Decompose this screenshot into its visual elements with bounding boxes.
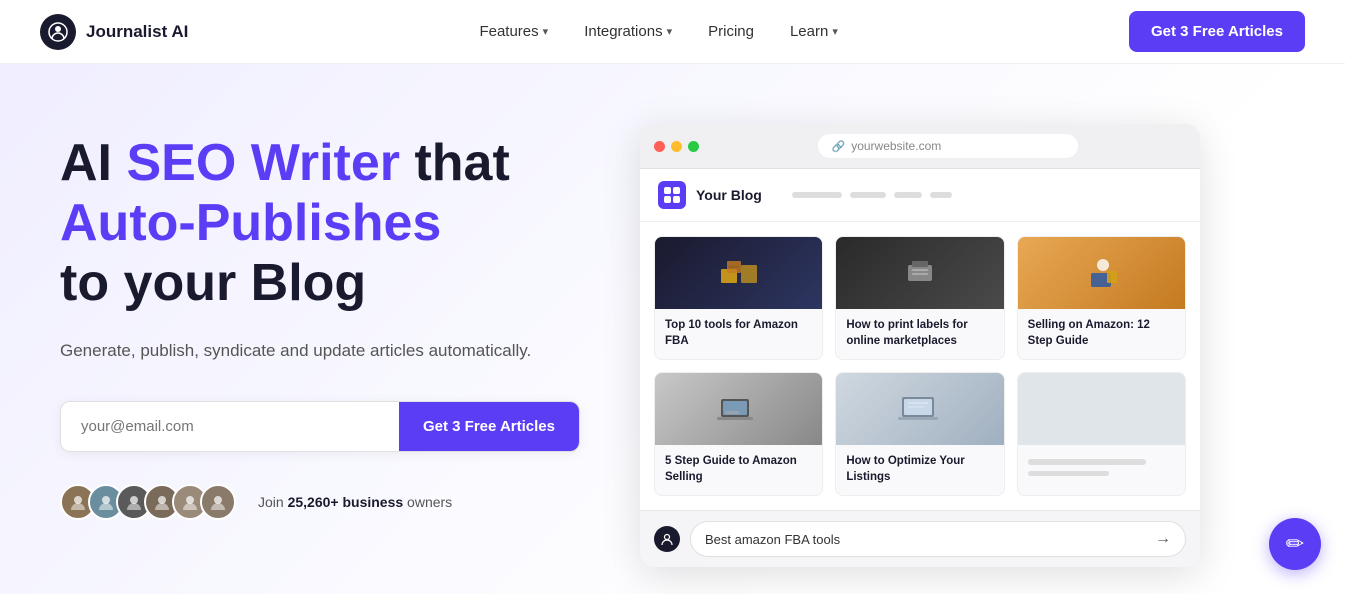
headline-purple: SEO Writer <box>126 134 400 192</box>
avatars <box>60 484 228 520</box>
placeholder-line <box>1028 459 1146 465</box>
social-text: Join 25,260+ business owners <box>258 494 452 510</box>
card-title: Top 10 tools for Amazon FBA <box>655 309 822 359</box>
nav-item-integrations[interactable]: Integrations ▾ <box>584 23 672 40</box>
blog-header: Your Blog <box>640 169 1200 222</box>
social-pre: Join <box>258 494 288 510</box>
blog-card[interactable] <box>1017 372 1186 496</box>
card-image-amazon <box>655 237 822 309</box>
card-title <box>1018 445 1185 486</box>
chat-button[interactable]: ✏ <box>1269 518 1321 570</box>
card-image-delivery <box>1018 237 1185 309</box>
avatar <box>200 484 236 520</box>
chevron-down-icon: ▾ <box>832 25 838 38</box>
hero-section: AI SEO Writer that Auto-Publishes to you… <box>0 64 1345 594</box>
chevron-down-icon: ▾ <box>543 25 549 38</box>
search-submit-icon[interactable]: → <box>1155 530 1171 548</box>
card-image-laptop2 <box>836 373 1003 445</box>
nav-item-pricing[interactable]: Pricing <box>708 23 754 40</box>
nav-item-learn[interactable]: Learn ▾ <box>790 23 838 40</box>
email-input[interactable] <box>61 402 399 451</box>
hero-right: 🔗 yourwebsite.com Your Blog <box>640 114 1285 567</box>
navbar: Journalist AI Features ▾ Integrations ▾ … <box>0 0 1345 64</box>
hero-subtext: Generate, publish, syndicate and update … <box>60 337 580 364</box>
blog-logo <box>658 181 686 209</box>
headline-part1: AI <box>60 134 126 192</box>
hero-headline: AI SEO Writer that Auto-Publishes to you… <box>60 134 580 313</box>
card-title: Selling on Amazon: 12 Step Guide <box>1018 309 1185 359</box>
logo-text: Journalist AI <box>86 22 188 42</box>
blog-card[interactable]: Selling on Amazon: 12 Step Guide <box>1017 236 1186 360</box>
logo[interactable]: Journalist AI <box>40 14 188 50</box>
browser-url[interactable]: 🔗 yourwebsite.com <box>818 134 1078 158</box>
social-proof: Join 25,260+ business owners <box>60 484 580 520</box>
search-query-text: Best amazon FBA tools <box>705 532 840 547</box>
email-cta-button[interactable]: Get 3 Free Articles <box>399 402 579 451</box>
blog-title: Your Blog <box>696 187 762 203</box>
blog-nav-lines <box>792 192 952 198</box>
nav-cta-button[interactable]: Get 3 Free Articles <box>1129 11 1305 52</box>
card-title: How to print labels for online marketpla… <box>836 309 1003 359</box>
browser-mockup: 🔗 yourwebsite.com Your Blog <box>640 124 1200 567</box>
blog-card[interactable]: 5 Step Guide to Amazon Selling <box>654 372 823 496</box>
card-image-laptop <box>655 373 822 445</box>
card-image-printer <box>836 237 1003 309</box>
blog-card[interactable]: Top 10 tools for Amazon FBA <box>654 236 823 360</box>
headline-line3: to your Blog <box>60 254 366 312</box>
blog-card[interactable]: How to print labels for online marketpla… <box>835 236 1004 360</box>
nav-line <box>930 192 952 198</box>
card-title: How to Optimize Your Listings <box>836 445 1003 495</box>
chevron-down-icon: ▾ <box>667 25 673 38</box>
social-bold: 25,260+ business <box>288 494 404 510</box>
browser-search: Best amazon FBA tools → <box>640 510 1200 567</box>
search-logo <box>654 526 680 552</box>
browser-dots <box>654 141 699 152</box>
dot-yellow <box>671 141 682 152</box>
headline-part2: that <box>400 134 510 192</box>
nav-line <box>850 192 886 198</box>
dot-green <box>688 141 699 152</box>
card-image-placeholder <box>1018 373 1185 445</box>
chat-icon: ✏ <box>1286 531 1304 557</box>
email-form: Get 3 Free Articles <box>60 401 580 452</box>
nav-links: Features ▾ Integrations ▾ Pricing Learn … <box>479 23 837 40</box>
card-title: 5 Step Guide to Amazon Selling <box>655 445 822 495</box>
nav-item-features[interactable]: Features ▾ <box>479 23 548 40</box>
hero-left: AI SEO Writer that Auto-Publishes to you… <box>60 114 580 520</box>
blog-grid: Top 10 tools for Amazon FBA How to print… <box>640 222 1200 510</box>
social-post: owners <box>403 494 452 510</box>
search-input-bar[interactable]: Best amazon FBA tools → <box>690 521 1186 557</box>
dot-red <box>654 141 665 152</box>
url-text: yourwebsite.com <box>851 139 941 153</box>
blog-card[interactable]: How to Optimize Your Listings <box>835 372 1004 496</box>
placeholder-line <box>1028 471 1109 476</box>
headline-line2: Auto-Publishes <box>60 194 441 252</box>
url-icon: 🔗 <box>832 140 846 153</box>
nav-line <box>792 192 842 198</box>
blog-logo-inner <box>664 187 680 203</box>
browser-bar: 🔗 yourwebsite.com <box>640 124 1200 169</box>
nav-line <box>894 192 922 198</box>
logo-icon <box>40 14 76 50</box>
